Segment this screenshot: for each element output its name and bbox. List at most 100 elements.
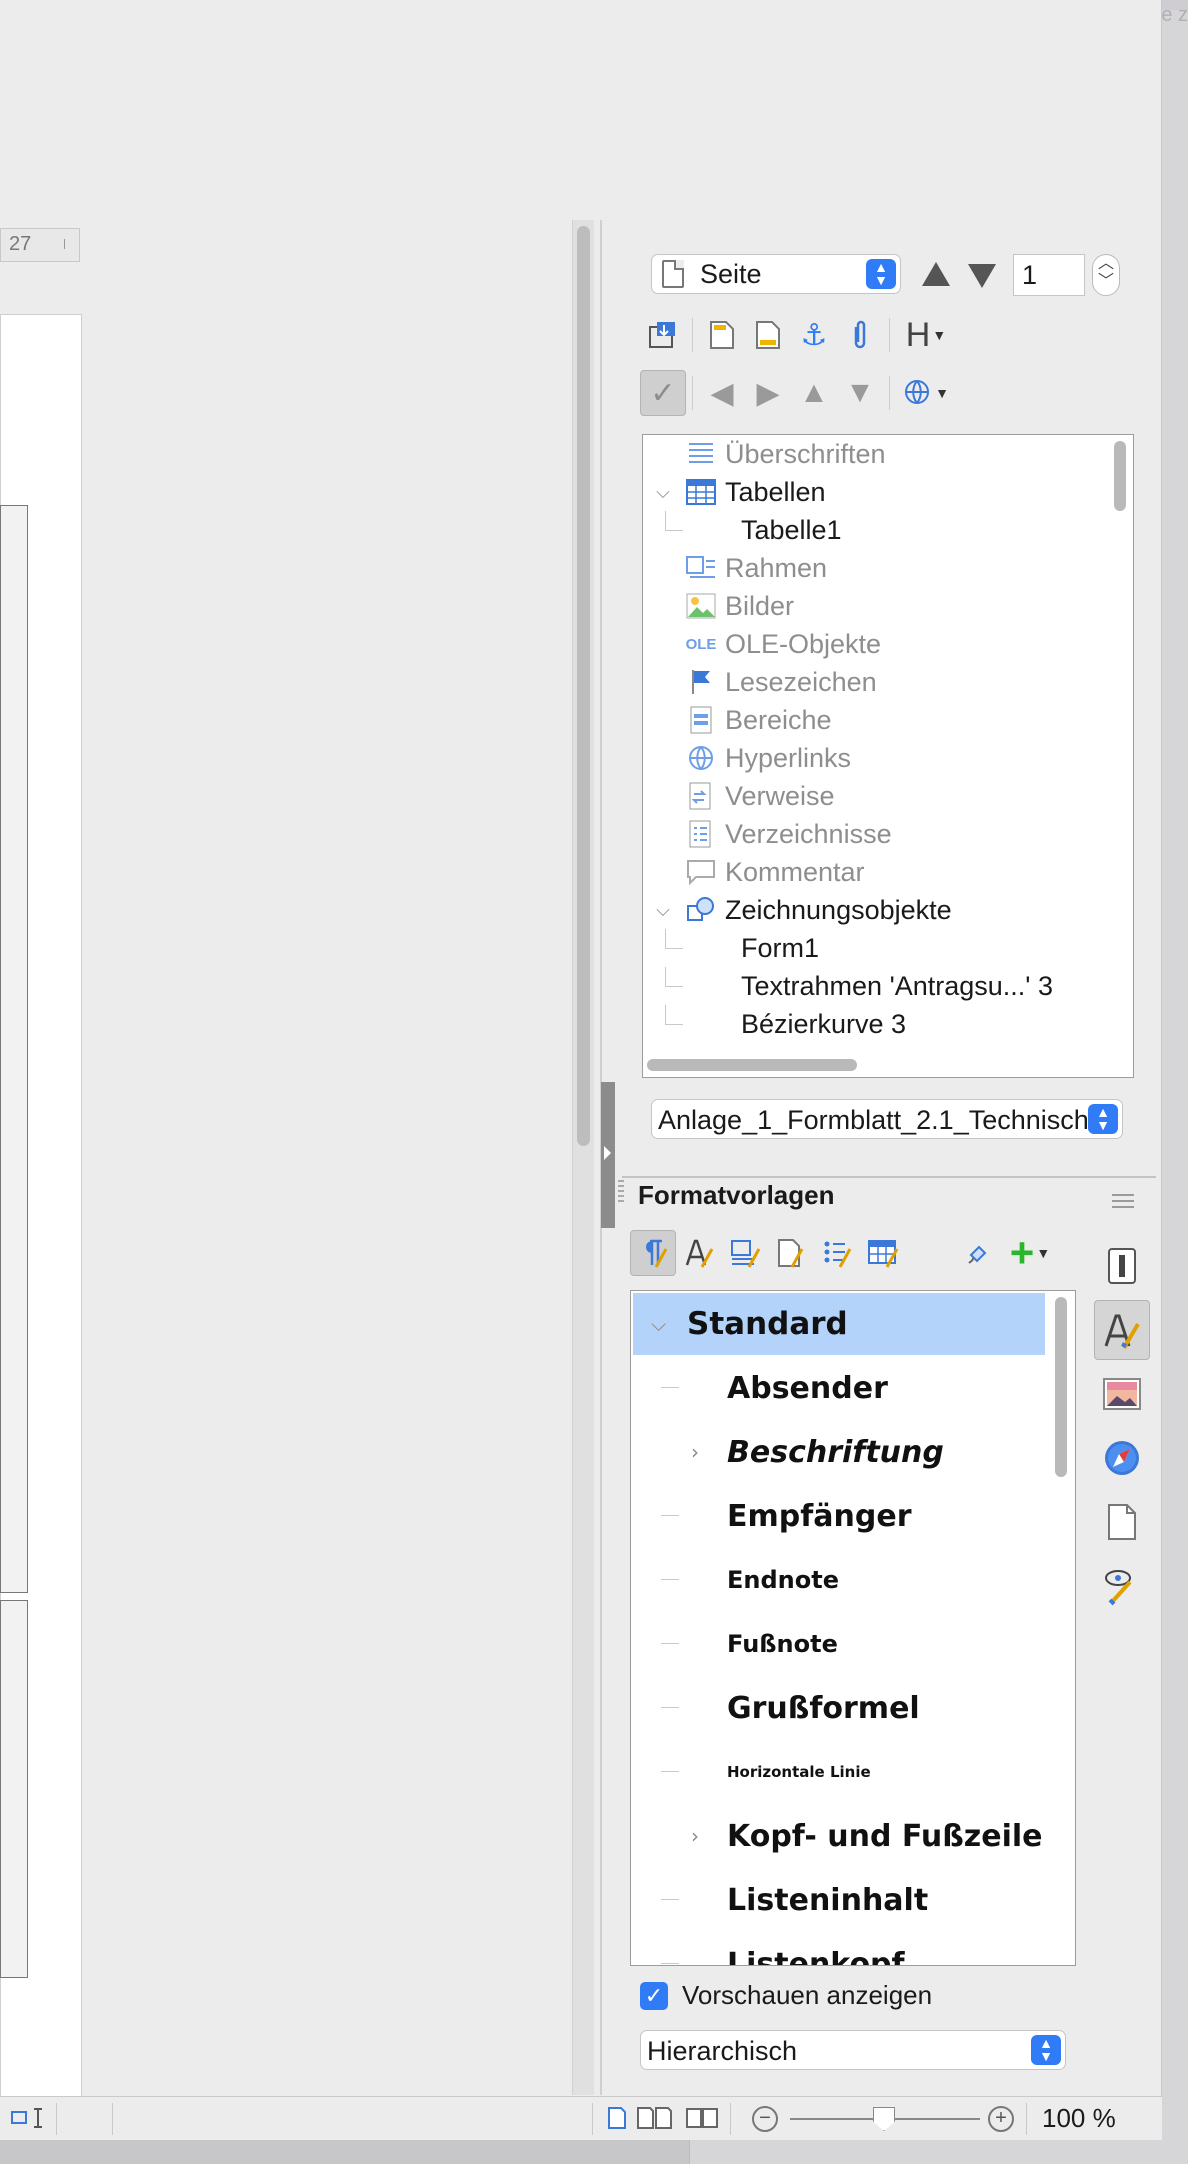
ruler[interactable]: 27 xyxy=(0,228,80,262)
tree-item-sections[interactable]: Bereiche xyxy=(643,701,832,739)
footer-icon[interactable] xyxy=(745,312,791,358)
toggle-navigation-icon[interactable] xyxy=(640,312,686,358)
chevron-down-icon[interactable]: ⌵ xyxy=(651,1312,666,1336)
paragraph-styles-icon[interactable] xyxy=(630,1230,676,1276)
tree-item-references[interactable]: Verweise xyxy=(643,777,835,815)
document-scroll-thumb[interactable] xyxy=(577,226,590,1146)
zoom-out-button[interactable]: − xyxy=(752,2106,778,2132)
chevron-down-icon[interactable]: ⌵ xyxy=(643,900,683,921)
page-tab-icon[interactable] xyxy=(1094,1492,1150,1552)
previous-page-button[interactable] xyxy=(922,262,950,286)
tree-item-hyperlinks[interactable]: Hyperlinks xyxy=(643,739,851,777)
show-previews-checkbox[interactable]: ✓ xyxy=(640,1981,668,2010)
navigate-by-value: Seite xyxy=(700,258,762,289)
tree-vertical-scrollbar[interactable] xyxy=(1113,441,1127,1041)
tree-item-label: OLE-Objekte xyxy=(725,628,882,659)
tree-item-bookmarks[interactable]: Lesezeichen xyxy=(643,663,877,701)
sidebar-collapse-handle[interactable] xyxy=(601,1082,615,1228)
page-styles-icon[interactable] xyxy=(768,1230,814,1276)
tree-item-label: Rahmen xyxy=(725,552,828,583)
style-item[interactable]: Endnote xyxy=(631,1549,1043,1611)
fill-format-mode-icon[interactable] xyxy=(956,1230,1002,1276)
styles-scroll-thumb[interactable] xyxy=(1055,1297,1067,1477)
multi-page-view-icon[interactable] xyxy=(636,2103,674,2133)
style-item[interactable]: Horizontale Linie xyxy=(631,1741,1043,1803)
styles-tab-icon[interactable] xyxy=(1094,1300,1150,1360)
navigator-tree[interactable]: Überschriften ⌵ Tabellen Tabelle1 Rahmen… xyxy=(642,434,1134,1078)
character-styles-icon[interactable] xyxy=(676,1230,722,1276)
chevron-right-icon[interactable]: › xyxy=(691,1824,699,1848)
promote-chapter-icon[interactable]: ◀ xyxy=(699,370,745,416)
tree-hscroll-thumb[interactable] xyxy=(647,1059,857,1071)
move-down-icon[interactable]: ▼ xyxy=(837,370,883,416)
tree-item-comments[interactable]: Kommentar xyxy=(643,853,865,891)
styles-vertical-scrollbar[interactable] xyxy=(1055,1297,1069,1957)
demote-chapter-icon[interactable]: ▶ xyxy=(745,370,791,416)
tree-item-label: Tabellen xyxy=(725,476,826,507)
panel-grip[interactable] xyxy=(618,1180,624,1202)
header-icon[interactable] xyxy=(699,312,745,358)
anchor-icon[interactable]: ⚓ xyxy=(791,312,837,358)
style-item[interactable]: Fußnote xyxy=(631,1613,1043,1675)
document-vertical-scrollbar[interactable] xyxy=(572,220,594,2095)
style-item[interactable]: Listenkopf xyxy=(631,1933,1043,1965)
heading-levels-icon[interactable]: H ▼ xyxy=(896,312,956,358)
single-page-view-icon[interactable] xyxy=(606,2103,628,2133)
tree-item-label: Tabelle1 xyxy=(741,514,842,545)
tree-horizontal-scrollbar[interactable] xyxy=(647,1059,1107,1073)
page-number-stepper[interactable]: ︿ ﹀ xyxy=(1092,254,1120,296)
style-filter-select[interactable]: Hierarchisch ▲ ▼ xyxy=(640,2030,1066,2070)
navigator-tab-icon[interactable] xyxy=(1094,1428,1150,1488)
page-number-input[interactable]: 1 xyxy=(1013,254,1085,296)
style-item-standard[interactable]: ⌵ Standard xyxy=(633,1293,1045,1355)
selection-mode-icon[interactable] xyxy=(10,2103,46,2133)
tree-item-tables[interactable]: ⌵ Tabellen xyxy=(643,473,826,511)
chevron-down-icon[interactable]: ⌵ xyxy=(643,482,683,503)
next-page-button[interactable] xyxy=(968,264,996,288)
navigate-by-select[interactable]: Seite ▲ ▼ xyxy=(651,254,901,294)
list-styles-icon[interactable] xyxy=(814,1230,860,1276)
page-table-frame[interactable] xyxy=(0,505,28,1593)
frame-styles-icon[interactable] xyxy=(722,1230,768,1276)
new-style-button[interactable]: + ▼ xyxy=(1002,1229,1058,1276)
tree-item-headings[interactable]: Überschriften xyxy=(643,435,886,473)
tree-item-label: Hyperlinks xyxy=(725,742,852,773)
chevron-right-icon[interactable]: › xyxy=(691,1440,699,1464)
move-up-icon[interactable]: ▲ xyxy=(791,370,837,416)
panel-menu-icon[interactable] xyxy=(1112,1194,1134,1210)
drawing-objects-icon xyxy=(683,895,719,925)
styles-list[interactable]: ⌵ Standard Absender › Beschriftung Empfä… xyxy=(630,1290,1076,1966)
style-item[interactable]: Grußformel xyxy=(631,1677,1043,1739)
content-navigation-view-icon[interactable]: ✓ xyxy=(640,370,686,416)
tree-item-ole-objects[interactable]: OLE OLE-Objekte xyxy=(643,625,882,663)
select-stepper-icon: ▲ ▼ xyxy=(1088,1104,1118,1134)
tree-item-images[interactable]: Bilder xyxy=(643,587,794,625)
style-item[interactable]: Empfänger xyxy=(631,1485,1043,1547)
show-previews-label: Vorschauen anzeigen xyxy=(682,1980,933,2010)
table-icon xyxy=(683,477,719,507)
style-item[interactable]: › Beschriftung xyxy=(631,1421,1043,1483)
tree-item-indexes[interactable]: Verzeichnisse xyxy=(643,815,892,853)
navigator-toolbar-1: ⚓ H ▼ xyxy=(640,310,956,360)
gallery-tab-icon[interactable] xyxy=(1094,1364,1150,1424)
page-table-frame[interactable] xyxy=(0,1600,28,1978)
drag-mode-globe-icon[interactable]: ▼ xyxy=(896,370,956,416)
book-view-icon[interactable] xyxy=(684,2103,720,2133)
ruler-tick xyxy=(64,239,65,249)
show-previews-row[interactable]: ✓ Vorschauen anzeigen xyxy=(640,1980,932,2011)
style-item[interactable]: › Kopf- und Fußzeile xyxy=(631,1805,1043,1867)
paperclip-icon[interactable] xyxy=(837,312,883,358)
image-icon xyxy=(683,591,719,621)
zoom-in-button[interactable]: + xyxy=(988,2106,1014,2132)
tree-item-drawing-objects[interactable]: ⌵ Zeichnungsobjekte xyxy=(643,891,951,929)
style-item[interactable]: Absender xyxy=(631,1357,1043,1419)
tree-scroll-thumb[interactable] xyxy=(1114,441,1126,511)
properties-tab-icon[interactable] xyxy=(1094,1236,1150,1296)
zoom-slider-thumb[interactable] xyxy=(873,2107,895,2131)
active-document-select[interactable]: Anlage_1_Formblatt_2.1_Technische ▲ ▼ xyxy=(651,1099,1123,1139)
style-item[interactable]: Listeninhalt xyxy=(631,1869,1043,1931)
table-styles-icon[interactable] xyxy=(860,1230,906,1276)
zoom-level[interactable]: 100 % xyxy=(1042,2103,1116,2134)
style-inspector-tab-icon[interactable] xyxy=(1094,1556,1150,1616)
tree-item-frames[interactable]: Rahmen xyxy=(643,549,827,587)
